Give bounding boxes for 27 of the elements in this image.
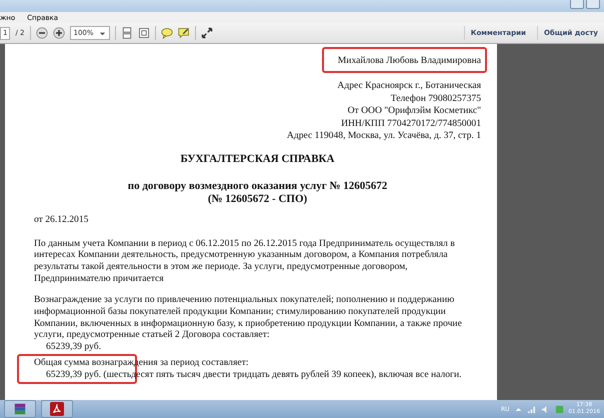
expand-arrows-icon[interactable] [200,27,213,39]
document-subtitle: (№ 12605672 - СПО) [206,192,308,206]
highlight-comment-icon[interactable] [178,27,190,39]
zoom-out-icon[interactable] [36,27,48,39]
header-line: Адрес Красноярск г., Ботаническая [336,80,481,92]
archive-books-icon [13,402,27,416]
paragraph: По данным учета Компании в период с 06.12.2015 по 26.12.2015 года Предприниматель осуществлял в интересах Компании деятельность, предусмотренную указанным договором, а Компания потребляла результаты такой деятельности в этом же периоде. За услуги, предусмотренные договором, Предпринимателю причитается [34,238,456,284]
header-line: Телефон 79080257375 [390,92,481,105]
document-subtitle: по договору возмездного оказания услуг № 12605672 [126,180,388,192]
pdf-reader-icon [50,402,64,416]
minimize-button[interactable] [570,0,584,9]
dropdown-caret-icon [98,30,106,36]
taskbar-app-button[interactable] [41,400,73,418]
header-line: ИНН/КПП 7704270172/774850001 [340,118,481,130]
fit-page-icon[interactable] [120,27,133,39]
document-title: БУХГАЛТЕРСКАЯ СПРАВКА [180,152,336,166]
header-line: Адрес 119048, Москва, ул. Усачёва, д. 37, стр. 1 [286,130,481,142]
header-line: Михайлова Любовь Владимировна [336,55,481,68]
zoom-in-icon[interactable] [52,27,65,39]
comment-icon[interactable] [160,27,173,39]
maximize-button[interactable] [586,0,600,9]
header-line: От ООО "Орифлэйм Косметикс" [346,105,481,118]
fit-width-icon[interactable] [138,27,150,39]
paragraph: Вознаграждение за услуги по привлечению потенциальных покупателей; пополнению и поддержанию информационной базы покупателей продукции Компании; стимулированию покупателей продукции Компании, включенных в информационную базу, к приобретению продукции Компании, а также прочие услуги, предусмотренные статьей 2 Договора составляет: [34,294,463,342]
document-date: от 26.12.2015 [34,214,90,226]
taskbar-app-button[interactable] [4,400,36,418]
amount-text: 65239,39 руб. [45,341,102,353]
